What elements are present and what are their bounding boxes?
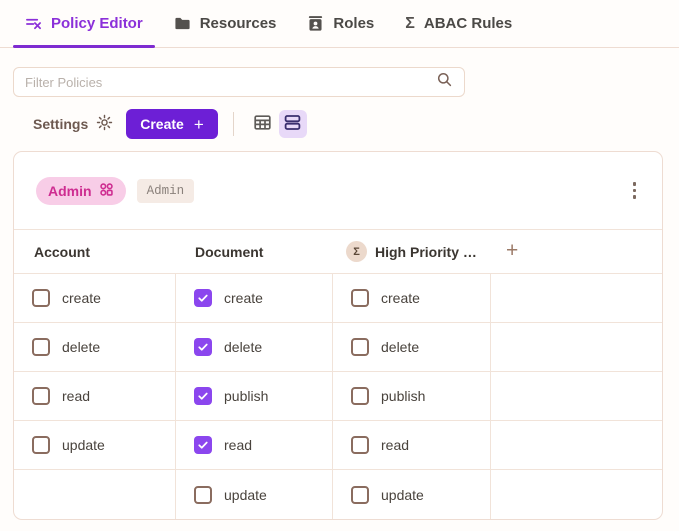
sigma-icon: Σ xyxy=(405,14,415,32)
checkbox-unchecked[interactable] xyxy=(32,436,50,454)
checkbox-unchecked[interactable] xyxy=(351,387,369,405)
settings-label: Settings xyxy=(33,116,89,132)
toolbar: Settings Create + xyxy=(33,109,679,139)
permission-cell: delete xyxy=(14,323,175,371)
table-header-row: Account Document Σ High Priority … + xyxy=(14,229,662,274)
sigma-badge: Σ xyxy=(346,241,367,262)
column-header-document[interactable]: Document xyxy=(175,244,332,260)
rows-view-button[interactable] xyxy=(278,110,307,138)
permission-cell xyxy=(490,274,662,322)
permission-label: update xyxy=(224,486,267,503)
table-row: read publish publish xyxy=(14,372,662,421)
checkbox-unchecked[interactable] xyxy=(351,338,369,356)
permission-label: delete xyxy=(381,339,420,355)
kebab-menu-icon[interactable] xyxy=(629,178,641,203)
rows-icon xyxy=(283,113,302,135)
tab-resources[interactable]: Resources xyxy=(162,0,289,47)
checkbox-unchecked[interactable] xyxy=(351,436,369,454)
table-grid-icon xyxy=(253,113,272,135)
permission-cell: create xyxy=(332,274,490,322)
tab-label: Resources xyxy=(199,15,277,32)
role-tag: Admin xyxy=(136,178,195,203)
permission-cell: publish xyxy=(175,372,332,420)
column-header-high-priority[interactable]: Σ High Priority … xyxy=(332,241,490,262)
permission-label: read xyxy=(224,437,253,453)
permission-cell: delete xyxy=(175,323,332,371)
permission-label: read xyxy=(62,388,91,404)
shapes-group-icon xyxy=(99,182,114,200)
permission-label: create xyxy=(381,290,420,306)
policy-card-header: Admin Admin xyxy=(14,152,662,229)
checkbox-unchecked[interactable] xyxy=(351,289,369,307)
tab-abac-rules[interactable]: Σ ABAC Rules xyxy=(393,0,524,47)
table-row: update read read xyxy=(14,421,662,470)
checkbox-unchecked[interactable] xyxy=(32,338,50,356)
policy-card: Admin Admin Account Document Σ High Prio… xyxy=(13,151,663,520)
permission-cell xyxy=(14,470,175,519)
toolbar-divider xyxy=(232,112,234,136)
checkbox-checked[interactable] xyxy=(194,338,212,356)
settings-button[interactable]: Settings xyxy=(33,114,113,134)
permission-label: delete xyxy=(224,339,263,355)
role-badge[interactable]: Admin xyxy=(36,176,126,205)
plus-icon: + xyxy=(193,114,204,134)
create-label: Create xyxy=(140,116,184,132)
permission-cell: update xyxy=(332,470,490,519)
permission-label: create xyxy=(62,290,101,306)
permission-cell: read xyxy=(175,421,332,469)
permission-cell: create xyxy=(175,274,332,322)
permission-label: update xyxy=(62,437,105,453)
tab-label: Policy Editor xyxy=(51,15,143,32)
permission-cell: update xyxy=(175,470,332,519)
search-icon xyxy=(436,71,453,93)
permission-cell: read xyxy=(14,372,175,420)
gear-icon xyxy=(96,114,113,134)
add-column-cell: + xyxy=(490,240,662,263)
filter-policies-box xyxy=(13,67,465,97)
permission-cell: delete xyxy=(332,323,490,371)
checkbox-unchecked[interactable] xyxy=(351,485,369,504)
tab-bar: Policy Editor Resources Roles Σ ABAC Rul… xyxy=(0,0,679,48)
permission-cell xyxy=(490,372,662,420)
table-row: delete delete delete xyxy=(14,323,662,372)
checkbox-unchecked[interactable] xyxy=(194,485,212,504)
grid-view-button[interactable] xyxy=(249,110,277,138)
create-button[interactable]: Create + xyxy=(126,109,218,139)
permission-label: delete xyxy=(62,339,101,355)
folder-icon xyxy=(174,15,191,32)
tab-roles[interactable]: Roles xyxy=(295,0,386,47)
checkbox-unchecked[interactable] xyxy=(32,387,50,405)
checkbox-checked[interactable] xyxy=(194,289,212,307)
policy-editor-icon xyxy=(25,15,42,32)
permission-label: publish xyxy=(381,388,426,404)
tab-policy-editor[interactable]: Policy Editor xyxy=(13,0,155,48)
checkbox-checked[interactable] xyxy=(194,436,212,454)
permission-label: read xyxy=(381,437,410,453)
permission-cell: update xyxy=(14,421,175,469)
tab-label: Roles xyxy=(333,15,375,32)
table-row: update update xyxy=(14,470,662,519)
permission-label: create xyxy=(224,290,263,306)
tab-label: ABAC Rules xyxy=(423,15,513,32)
permission-cell: read xyxy=(332,421,490,469)
table-row: create create create xyxy=(14,274,662,323)
add-column-button[interactable]: + xyxy=(506,240,518,263)
checkbox-checked[interactable] xyxy=(194,387,212,405)
permission-cell: publish xyxy=(332,372,490,420)
permission-cell xyxy=(490,323,662,371)
permission-cell: create xyxy=(14,274,175,322)
role-badge-label: Admin xyxy=(48,182,92,199)
id-badge-icon xyxy=(307,15,324,32)
filter-row xyxy=(0,48,679,97)
permission-cell xyxy=(490,421,662,469)
permission-grid: create create create delete delete delete read… xyxy=(14,274,662,519)
permission-cell xyxy=(490,470,662,519)
filter-policies-input[interactable] xyxy=(25,74,436,90)
permission-label: update xyxy=(381,486,424,503)
checkbox-unchecked[interactable] xyxy=(32,289,50,307)
column-header-account[interactable]: Account xyxy=(14,244,175,260)
permission-label: publish xyxy=(224,388,269,404)
